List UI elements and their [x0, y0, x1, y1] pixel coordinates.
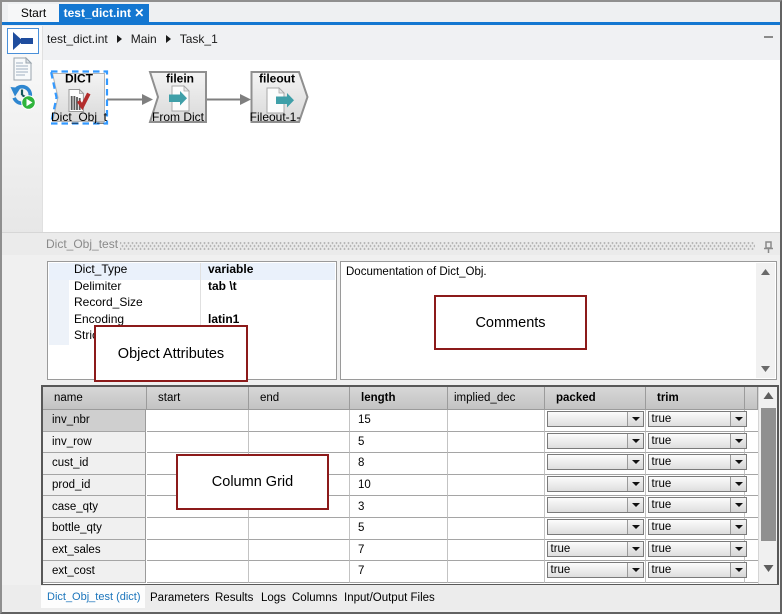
svg-text:filein: filein [166, 71, 194, 85]
svg-text:Dict_Obj_t: Dict_Obj_t [51, 110, 108, 124]
svg-text:From Dict: From Dict [152, 110, 205, 124]
svg-text:Fileout-1-: Fileout-1- [250, 110, 301, 124]
svg-text:fileout: fileout [259, 71, 295, 85]
svg-text:DICT: DICT [65, 71, 94, 85]
